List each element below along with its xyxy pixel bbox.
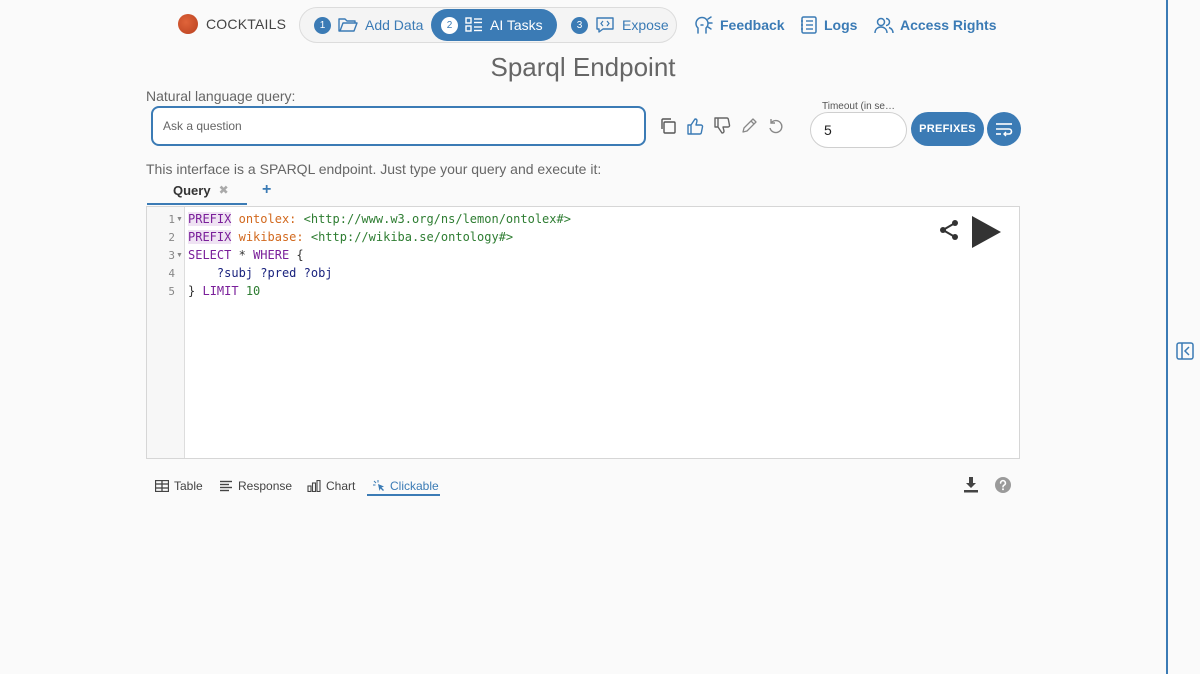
code-variable: ?obj bbox=[303, 266, 333, 280]
feedback-icon bbox=[695, 16, 713, 34]
expand-panel-icon[interactable] bbox=[1176, 342, 1194, 360]
tab-chart[interactable]: Chart bbox=[307, 475, 355, 497]
lines-icon bbox=[220, 480, 232, 492]
access-rights-label: Access Rights bbox=[900, 17, 997, 33]
code-prefix: ontolex: bbox=[238, 212, 297, 226]
pencil-icon[interactable] bbox=[740, 117, 758, 135]
code-variable: ?pred bbox=[260, 266, 297, 280]
tab-query-label: Query bbox=[173, 182, 211, 198]
logs-label: Logs bbox=[824, 17, 858, 33]
brand-name: COCKTAILS bbox=[206, 16, 287, 32]
code-star: * bbox=[238, 248, 246, 262]
list-icon bbox=[465, 17, 482, 32]
tab-response-label: Response bbox=[238, 479, 293, 493]
wrap-text-icon bbox=[996, 123, 1013, 137]
pointer-icon bbox=[373, 480, 384, 491]
workflow-stepper: 1 Add Data 2 AI Tasks 3 Expose bbox=[299, 7, 677, 43]
nlq-label: Natural language query: bbox=[146, 88, 296, 104]
table-icon bbox=[155, 480, 169, 492]
tab-table-label: Table bbox=[174, 479, 203, 493]
tab-table[interactable]: Table bbox=[155, 475, 203, 497]
sparql-editor[interactable]: 1 ▼ 2 3 ▼ 4 5 PREFIX ontolex: <http://ww… bbox=[146, 206, 1020, 459]
ask-question-input[interactable] bbox=[151, 106, 646, 146]
timeout-input[interactable] bbox=[810, 112, 907, 148]
active-tab-indicator bbox=[367, 494, 440, 496]
code-variable: ?subj bbox=[216, 266, 254, 280]
code-bubble-icon bbox=[596, 17, 614, 33]
run-query-play-icon[interactable] bbox=[969, 214, 1003, 250]
code-line: SELECT * WHERE { bbox=[188, 248, 304, 262]
line-number: 5 bbox=[168, 285, 175, 298]
add-tab-button[interactable]: + bbox=[262, 181, 271, 199]
editor-gutter: 1 ▼ 2 3 ▼ 4 5 bbox=[147, 207, 185, 458]
reset-icon[interactable] bbox=[767, 117, 785, 135]
chart-icon bbox=[307, 480, 321, 492]
brand[interactable]: COCKTAILS bbox=[178, 13, 286, 35]
side-panel-border bbox=[1166, 0, 1168, 674]
code-line: ?subj ?pred ?obj bbox=[188, 266, 333, 280]
wrap-lines-button[interactable] bbox=[987, 112, 1021, 146]
fold-arrow-icon[interactable]: ▼ bbox=[176, 216, 183, 223]
step-number: 3 bbox=[571, 16, 588, 34]
step-add-data[interactable]: 1 Add Data bbox=[304, 9, 433, 41]
logs-link[interactable]: Logs bbox=[800, 14, 857, 36]
code-prefix: wikibase: bbox=[238, 230, 304, 244]
line-number: 2 bbox=[168, 231, 175, 244]
feedback-link[interactable]: Feedback bbox=[694, 14, 785, 36]
step-number: 2 bbox=[441, 16, 458, 34]
line-number: 1 bbox=[168, 213, 175, 226]
code-brace: } bbox=[188, 284, 196, 298]
folder-open-icon bbox=[338, 18, 358, 32]
tab-query[interactable]: Query ✖ bbox=[147, 177, 247, 205]
timeout-label: Timeout (in se… bbox=[822, 101, 895, 112]
line-number: 3 bbox=[168, 249, 175, 262]
code-iri: <http://www.w3.org/ns/lemon/ontolex#> bbox=[303, 212, 571, 226]
prefixes-button[interactable]: PREFIXES bbox=[911, 112, 984, 146]
tab-chart-label: Chart bbox=[326, 479, 356, 493]
feedback-label: Feedback bbox=[720, 17, 785, 33]
step-number: 1 bbox=[314, 16, 331, 34]
step-label: AI Tasks bbox=[490, 17, 543, 33]
copy-icon[interactable] bbox=[659, 117, 677, 135]
access-rights-link[interactable]: Access Rights bbox=[874, 14, 996, 36]
endpoint-info-text: This interface is a SPARQL endpoint. Jus… bbox=[146, 161, 602, 177]
code-keyword: PREFIX bbox=[188, 212, 232, 226]
code-line: PREFIX wikibase: <http://wikiba.se/ontol… bbox=[188, 230, 513, 244]
step-expose[interactable]: 3 Expose bbox=[561, 9, 679, 41]
step-label: Add Data bbox=[365, 17, 424, 33]
line-number: 4 bbox=[168, 267, 175, 280]
code-line: PREFIX ontolex: <http://www.w3.org/ns/le… bbox=[188, 212, 571, 226]
code-line: } LIMIT 10 bbox=[188, 284, 260, 298]
logs-icon bbox=[801, 16, 817, 34]
code-number: 10 bbox=[245, 284, 261, 298]
code-iri: <http://wikiba.se/ontology#> bbox=[310, 230, 514, 244]
fold-arrow-icon[interactable]: ▼ bbox=[176, 252, 183, 259]
brand-logo-icon bbox=[178, 14, 198, 34]
code-keyword: PREFIX bbox=[188, 230, 232, 244]
users-icon bbox=[874, 17, 894, 34]
tab-clickable-label: Clickable bbox=[390, 479, 439, 493]
help-icon[interactable] bbox=[995, 477, 1011, 493]
code-keyword: LIMIT bbox=[202, 284, 239, 298]
page-title: Sparql Endpoint bbox=[490, 52, 676, 82]
tab-response[interactable]: Response bbox=[220, 475, 292, 497]
code-keyword: WHERE bbox=[253, 248, 290, 262]
thumbs-down-icon[interactable] bbox=[713, 117, 731, 135]
share-icon[interactable] bbox=[938, 219, 960, 241]
download-icon[interactable] bbox=[964, 477, 978, 493]
step-label: Expose bbox=[622, 17, 669, 33]
thumbs-up-icon[interactable] bbox=[686, 117, 704, 135]
close-tab-icon[interactable]: ✖ bbox=[219, 183, 229, 197]
step-ai-tasks[interactable]: 2 AI Tasks bbox=[431, 9, 557, 41]
code-brace: { bbox=[296, 248, 304, 262]
code-keyword: SELECT bbox=[188, 248, 232, 262]
